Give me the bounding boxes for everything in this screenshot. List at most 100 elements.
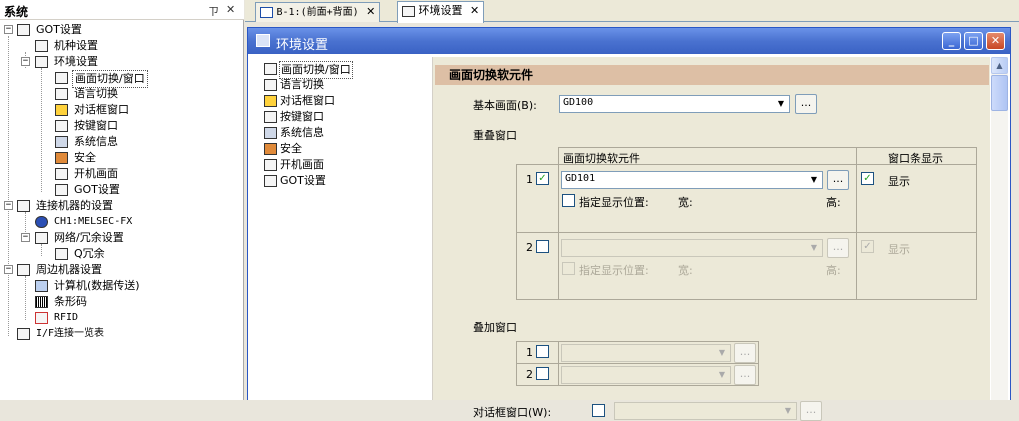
tree-item-computer[interactable]: 计算机(数据传送) — [0, 278, 240, 294]
if-list-icon — [17, 328, 30, 340]
boot-screen-icon — [264, 159, 277, 171]
tree-item-system-info[interactable]: 系统信息 — [0, 134, 240, 150]
overlap-window-label: 重叠窗口 — [473, 129, 517, 142]
tree-item-connected-devices[interactable]: − 连接机器的设置 — [0, 198, 240, 214]
gear-info-icon — [55, 136, 68, 148]
overlap-2-browse-button[interactable]: ... — [827, 238, 849, 258]
overlap-1-checkbox[interactable]: ✓ — [536, 172, 549, 185]
collapse-icon[interactable]: − — [21, 57, 30, 66]
superimpose-2-checkbox[interactable] — [536, 367, 549, 380]
chevron-down-icon: ▼ — [718, 348, 726, 357]
tree-item-language[interactable]: 语言切换 — [0, 86, 240, 102]
environment-icon — [256, 34, 270, 47]
overlap-1-position-checkbox[interactable] — [562, 194, 575, 207]
minimize-button[interactable]: _ — [942, 32, 961, 50]
close-tab-icon[interactable]: ✕ — [366, 5, 375, 18]
boot-screen-icon — [55, 168, 68, 180]
row-number: 2 — [526, 368, 533, 381]
overlap-1-device-select[interactable]: GD101 ▼ — [561, 171, 823, 189]
language-icon — [264, 79, 277, 91]
tree-item-screen-switch[interactable]: 画面切换/窗口 — [0, 70, 240, 88]
superimpose-2-browse-button[interactable]: ... — [734, 365, 756, 385]
tree-item-label: 系统信息 — [74, 135, 118, 148]
tree-item-keypad[interactable]: 按键窗口 — [0, 118, 240, 134]
security-icon — [264, 143, 277, 155]
tree-item-label: 安全 — [74, 151, 96, 164]
overlap-2-position-checkbox[interactable] — [562, 262, 575, 275]
close-window-button[interactable]: ✕ — [986, 32, 1005, 50]
tree-item-label: 条形码 — [54, 295, 87, 308]
overlap-2-show-checkbox[interactable]: ✓ — [861, 240, 874, 253]
tree-item-environment[interactable]: − 环境设置 — [0, 54, 240, 70]
tree-item-dialog[interactable]: 对话框窗口 — [0, 102, 240, 118]
environment-icon — [402, 5, 415, 17]
tab-b1-screen[interactable]: B-1:(前面+背面) ✕ — [255, 2, 381, 22]
row-number: 1 — [526, 173, 533, 186]
superimpose-1-browse-button[interactable]: ... — [734, 343, 756, 363]
row-number: 1 — [526, 346, 533, 359]
scroll-up-button[interactable]: ▲ — [991, 57, 1008, 74]
chevron-down-icon: ▼ — [810, 243, 818, 252]
tree-item-got-settings[interactable]: − GOT设置 — [0, 22, 240, 38]
overlap-1-show-checkbox[interactable]: ✓ — [861, 172, 874, 185]
language-icon — [55, 88, 68, 100]
position-label: 指定显示位置: — [579, 196, 649, 209]
superimpose-1-checkbox[interactable] — [536, 345, 549, 358]
height-label: 高: — [826, 196, 841, 209]
position-label: 指定显示位置: — [579, 264, 649, 277]
superimpose-1-select[interactable]: ▼ — [561, 344, 731, 362]
environment-icon — [35, 56, 48, 68]
tab-label: B-1:(前面+背面) — [276, 7, 359, 18]
tree-item-label: GOT设置 — [36, 23, 82, 36]
tree-item-label: 连接机器的设置 — [36, 199, 113, 212]
tree-item-security[interactable]: 安全 — [0, 150, 240, 166]
settings-panel: 画面切换软元件 基本画面(B): GD100 ▼ ... 重叠窗口 画面切换软元… — [432, 57, 990, 421]
tree-item-label: 机种设置 — [54, 39, 98, 52]
tree-item-label: 计算机(数据传送) — [54, 279, 140, 292]
dialog-window-checkbox[interactable] — [592, 404, 605, 417]
overlap-1-browse-button[interactable]: ... — [827, 170, 849, 190]
maximize-button[interactable]: □ — [964, 32, 983, 50]
tree-item-rfid[interactable]: RFID — [0, 310, 240, 326]
tab-environment[interactable]: 环境设置 ✕ — [397, 1, 485, 23]
keypad-icon — [264, 111, 277, 123]
base-screen-browse-button[interactable]: ... — [795, 94, 817, 114]
network-icon — [35, 232, 48, 244]
tree-item-ch1[interactable]: CH1:MELSEC-FX — [0, 214, 240, 230]
tree-item-network[interactable]: − 网络/冗余设置 — [0, 230, 240, 246]
vertical-scrollbar[interactable]: ▲ — [991, 57, 1008, 400]
collapse-icon[interactable]: − — [4, 265, 13, 274]
chevron-down-icon: ▼ — [784, 406, 792, 415]
document-tabbar: B-1:(前面+背面) ✕ 环境设置 ✕ — [245, 0, 1019, 23]
tree-item-boot-screen[interactable]: 开机画面 — [0, 166, 240, 182]
superimpose-2-select[interactable]: ▼ — [561, 366, 731, 384]
collapse-icon[interactable]: − — [4, 201, 13, 210]
tree-item-peripherals[interactable]: − 周边机器设置 — [0, 262, 240, 278]
tree-item-q-redundant[interactable]: Q冗余 — [0, 246, 240, 262]
computer-icon — [35, 280, 48, 292]
rfid-icon — [35, 312, 48, 324]
tree-item-got-config[interactable]: GOT设置 — [0, 182, 240, 198]
overlap-2-checkbox[interactable] — [536, 240, 549, 253]
security-icon — [55, 152, 68, 164]
scroll-thumb[interactable] — [991, 75, 1008, 111]
close-panel-icon[interactable]: ✕ — [226, 3, 235, 16]
collapse-icon[interactable]: − — [4, 25, 13, 34]
chevron-down-icon: ▼ — [777, 99, 785, 108]
dialog-window-label: 对话框窗口(W): — [473, 406, 552, 419]
height-label: 高: — [826, 264, 841, 277]
tree-item-model-settings[interactable]: 机种设置 — [0, 38, 240, 54]
dialog-window-browse-button[interactable]: ... — [800, 401, 822, 421]
close-tab-icon[interactable]: ✕ — [470, 4, 479, 17]
tree-item-barcode[interactable]: 条形码 — [0, 294, 240, 310]
collapse-icon[interactable]: − — [21, 233, 30, 242]
pin-icon[interactable]: ㄗ — [208, 3, 219, 19]
screen-switch-icon — [264, 63, 277, 75]
overlap-2-device-select[interactable]: ▼ — [561, 239, 823, 257]
category-label: 对话框窗口 — [280, 94, 335, 107]
base-screen-select[interactable]: GD100 ▼ — [559, 95, 790, 113]
tree-item-if-list[interactable]: I/F连接一览表 — [0, 326, 240, 342]
dialog-window-select[interactable]: ▼ — [614, 402, 797, 420]
tree-item-label: Q冗余 — [74, 247, 105, 260]
got-config-icon — [55, 184, 68, 196]
